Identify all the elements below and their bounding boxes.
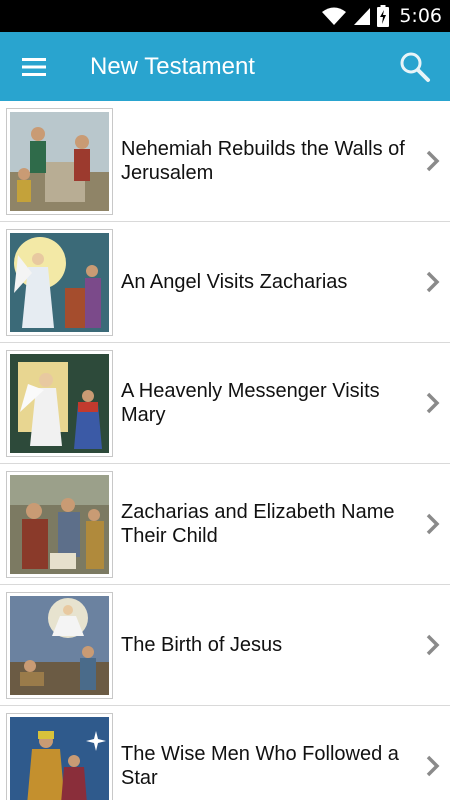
app-bar: New Testament [0, 32, 450, 101]
story-thumbnail [6, 591, 113, 699]
status-bar: 5:06 [0, 0, 450, 32]
story-title: The Birth of Jesus [121, 634, 283, 656]
hamburger-menu-icon [22, 57, 46, 76]
story-thumbnail [6, 228, 113, 336]
list-item[interactable]: Nehemiah Rebuilds the Walls of Jerusalem [0, 101, 450, 222]
wifi-icon [321, 6, 347, 26]
story-title: The Wise Men Who Followed a Star [121, 743, 399, 789]
list-item[interactable]: An Angel Visits Zacharias [0, 222, 450, 343]
story-thumbnail [6, 349, 113, 457]
battery-charging-icon [377, 5, 390, 27]
page-title: New Testament [90, 52, 255, 80]
chevron-right-icon [424, 270, 442, 294]
chevron-right-icon [424, 391, 442, 415]
story-thumbnail [6, 470, 113, 578]
story-title: A Heavenly Messenger Visits Mary [121, 380, 380, 426]
chevron-right-icon [424, 754, 442, 778]
list-item[interactable]: The Birth of Jesus [0, 585, 450, 706]
story-title: An Angel Visits Zacharias [121, 271, 348, 293]
list-item[interactable]: A Heavenly Messenger Visits Mary [0, 343, 450, 464]
list-item[interactable]: The Wise Men Who Followed a Star [0, 706, 450, 800]
status-time: 5:06 [399, 5, 442, 27]
chevron-right-icon [424, 512, 442, 536]
story-title: Zacharias and Elizabeth Name Their Child [121, 501, 395, 547]
story-thumbnail [6, 107, 113, 215]
search-button[interactable] [380, 32, 450, 101]
story-title: Nehemiah Rebuilds the Walls of Jerusalem [121, 138, 405, 184]
list-item[interactable]: Zacharias and Elizabeth Name Their Child [0, 464, 450, 585]
search-icon [400, 52, 430, 82]
menu-button[interactable] [0, 32, 70, 101]
cell-signal-icon [353, 6, 371, 26]
chevron-right-icon [424, 633, 442, 657]
story-thumbnail [6, 712, 113, 800]
story-list[interactable]: Nehemiah Rebuilds the Walls of Jerusalem… [0, 101, 450, 800]
chevron-right-icon [424, 149, 442, 173]
